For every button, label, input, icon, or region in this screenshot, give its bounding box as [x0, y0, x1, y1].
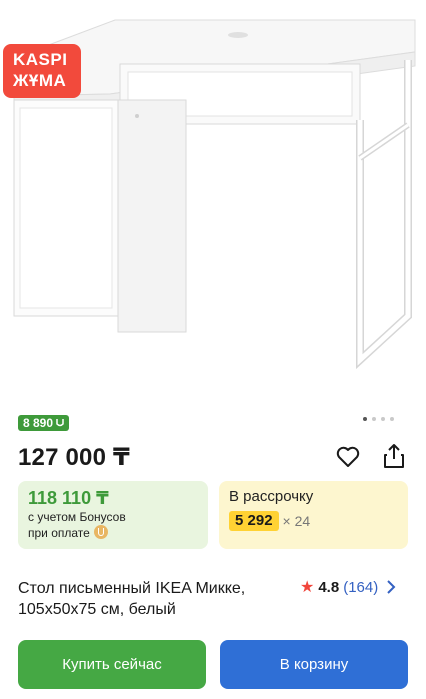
badge-line2: ЖҰМА	[13, 71, 67, 90]
chevron-right-icon[interactable]	[386, 580, 396, 594]
installment-card[interactable]: В рассрочку 5 292 × 24	[219, 481, 408, 549]
monthly-payment: 5 292	[229, 511, 279, 531]
badge-line1: KASPI	[13, 50, 68, 69]
kaspi-juma-badge: KASPI ЖҰМА	[3, 44, 81, 98]
bonus-coin-icon	[93, 525, 108, 539]
gallery-dot[interactable]	[363, 417, 367, 421]
star-icon: ★	[300, 579, 315, 596]
bonus-coin-icon	[56, 419, 65, 427]
bonus-price-card[interactable]: 118 110 ₸ с учетом Бонусов при оплате	[18, 481, 208, 549]
product-image[interactable]: KASPI ЖҰМА	[0, 0, 426, 421]
product-title: Стол письменный IKEA Микке, 105х50х75 см…	[18, 580, 246, 618]
bonus-note-line2: при оплате	[28, 526, 90, 540]
bonus-chip: 8 890	[18, 415, 70, 431]
installment-months: × 24	[282, 513, 311, 529]
bonus-note-line1: с учетом Бонусов	[28, 510, 126, 524]
installment-title: В рассрочку	[229, 488, 314, 505]
rating-link[interactable]: ★ 4.8 (164)	[300, 577, 396, 597]
heart-icon[interactable]	[335, 445, 361, 469]
bonus-chip-value: 8 890	[23, 416, 57, 430]
gallery-dot[interactable]	[381, 417, 385, 421]
rating-score: 4.8	[318, 578, 340, 596]
add-to-cart-button[interactable]: В корзину	[220, 640, 408, 689]
gallery-dot[interactable]	[372, 417, 376, 421]
buy-now-button[interactable]: Купить сейчас	[18, 640, 206, 689]
gallery-dot[interactable]	[390, 417, 394, 421]
share-icon[interactable]	[381, 442, 407, 470]
bonus-price: 118 110 ₸	[28, 488, 109, 508]
product-price: 127 000 ₸	[18, 444, 130, 471]
gallery-dots[interactable]	[363, 417, 394, 421]
reviews-count[interactable]: (164)	[343, 579, 378, 596]
